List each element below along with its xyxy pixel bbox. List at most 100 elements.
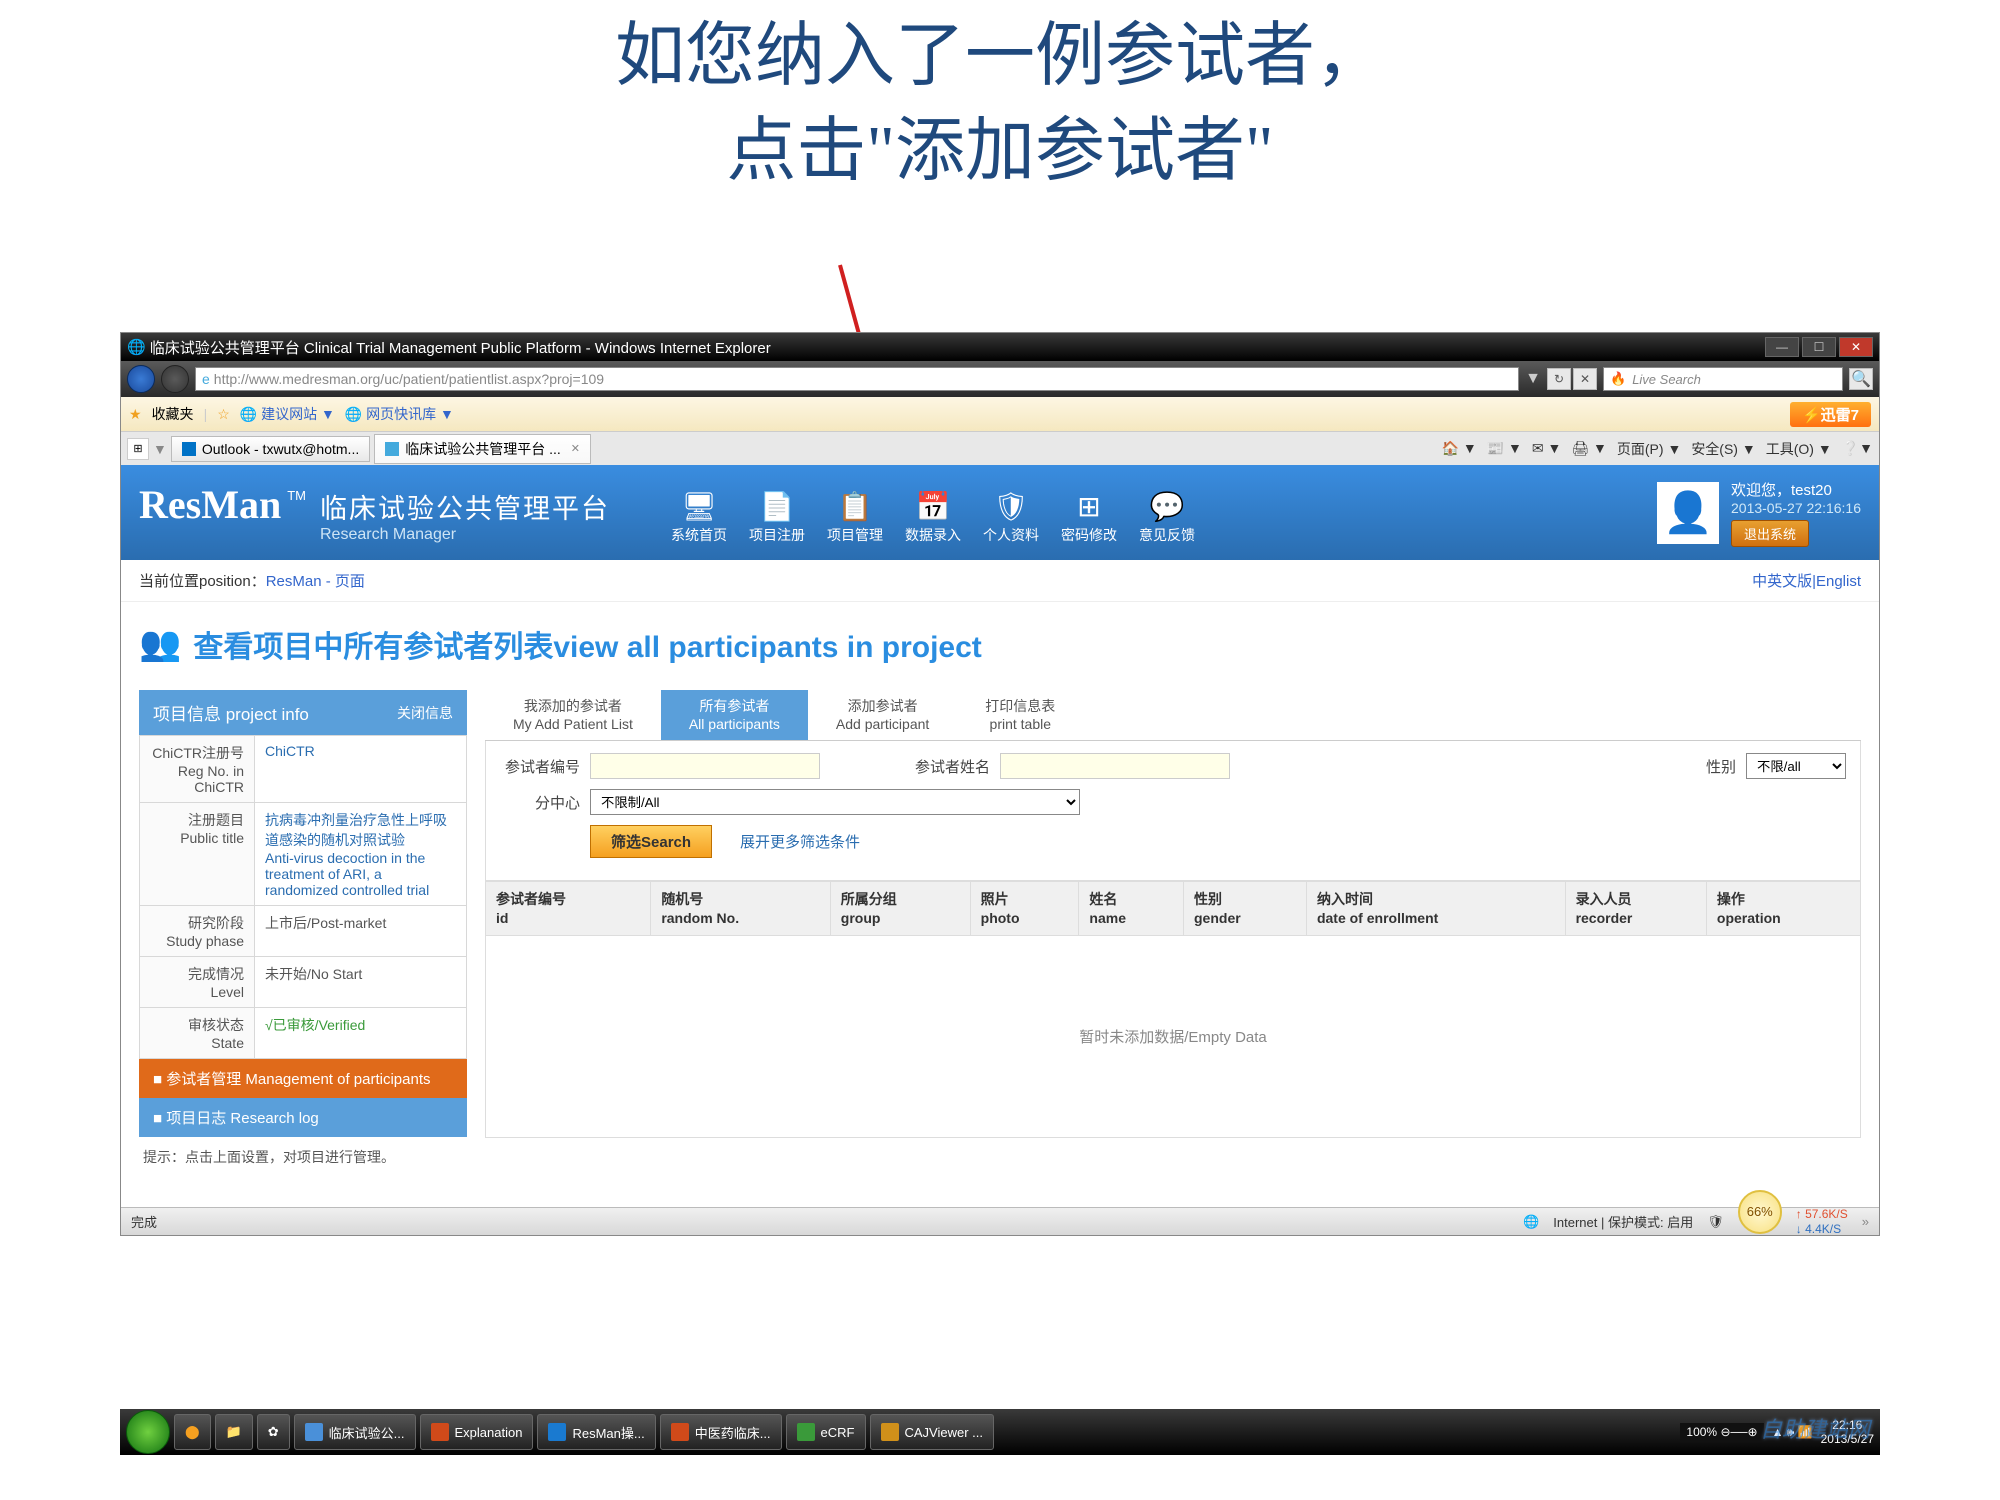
nav-item-3[interactable]: 📅数据录入	[894, 481, 972, 545]
print-icon[interactable]: 🖨 ▼	[1571, 440, 1607, 457]
table-header: 随机号random No.	[651, 882, 830, 935]
feeds-icon[interactable]: 📰 ▼	[1487, 440, 1522, 457]
safety-menu[interactable]: 安全(S) ▼	[1691, 439, 1755, 459]
stop-button[interactable]: ✕	[1573, 368, 1597, 390]
table-header: 参试者编号id	[486, 882, 651, 935]
people-icon: 👥	[139, 624, 181, 664]
search-go-button[interactable]: 🔍	[1849, 368, 1873, 390]
nav-item-0[interactable]: 🖥系统首页	[660, 481, 738, 545]
participants-table: 参试者编号id随机号random No.所属分组group照片photo姓名na…	[485, 881, 1861, 1137]
home-icon[interactable]: 🏠 ▼	[1442, 440, 1477, 457]
taskbar-quick-1[interactable]: ⬤	[174, 1414, 211, 1450]
table-header: 录入人员recorder	[1565, 882, 1706, 935]
start-button[interactable]	[126, 1410, 170, 1454]
project-info-table: ChiCTR注册号Reg No. in ChiCTRChiCTR注册题目Publ…	[139, 735, 467, 1059]
filter-name-label: 参试者姓名	[910, 756, 990, 777]
sidebar-close-link[interactable]: 关闭信息	[397, 703, 453, 723]
taskbar-quick-3[interactable]: ✿	[257, 1414, 290, 1450]
page-menu[interactable]: 页面(P) ▼	[1617, 439, 1681, 459]
language-link[interactable]: 中英文版|Englist	[1752, 570, 1861, 591]
tab-outlook[interactable]: Outlook - txwutx@hotm...	[171, 436, 370, 462]
taskbar-item-2[interactable]: ResMan操...	[537, 1414, 655, 1450]
close-button[interactable]: ✕	[1839, 337, 1873, 357]
search-box[interactable]: 🔥Live Search	[1603, 367, 1843, 391]
filter-center-label: 分中心	[500, 792, 580, 813]
info-label: ChiCTR注册号Reg No. in ChiCTR	[140, 736, 255, 803]
tray-zoom[interactable]: 100% ⊖──⊕	[1680, 1423, 1763, 1441]
tab-bar: ⊞▼ Outlook - txwutx@hotm... 临床试验公共管理平台 .…	[121, 431, 1879, 465]
network-stats: ↑ 57.6K/S ↓ 4.4K/S	[1796, 1207, 1848, 1236]
back-button[interactable]	[127, 365, 155, 393]
breadcrumb-home-link[interactable]: ResMan	[266, 573, 322, 590]
maximize-button[interactable]: ☐	[1802, 337, 1836, 357]
content-tab-1[interactable]: 所有参试者All participants	[661, 690, 808, 740]
minimize-button[interactable]: —	[1765, 337, 1799, 357]
url-input[interactable]: ehttp://www.medresman.org/uc/patient/pat…	[195, 367, 1519, 391]
nav-item-4[interactable]: 🛡个人资料	[972, 481, 1050, 545]
info-value: 未开始/No Start	[255, 957, 467, 1008]
sidebar-item-research-log[interactable]: ■ 项目日志 Research log	[139, 1098, 467, 1137]
taskbar-item-4[interactable]: eCRF	[786, 1414, 866, 1450]
favorites-label: 收藏夹	[152, 404, 194, 424]
suggested-sites-link[interactable]: 🌐 建议网站 ▼	[240, 404, 335, 424]
add-favorite-icon[interactable]: ☆	[217, 406, 230, 423]
sidebar-hint: 提示：点击上面设置，对项目进行管理。	[139, 1137, 467, 1177]
info-label: 审核状态State	[140, 1008, 255, 1059]
quick-tabs-button[interactable]: ⊞	[127, 438, 149, 460]
watermark: 自助建站网	[1760, 1412, 1870, 1444]
app-nav: 🖥系统首页📄项目注册📋项目管理📅数据录入🛡个人资料⊞密码修改💬意见反馈	[660, 481, 1206, 545]
help-icon[interactable]: ❔▼	[1842, 440, 1873, 457]
taskbar: ⬤ 📁 ✿ 临床试验公...ExplanationResMan操...中医药临床…	[120, 1409, 1880, 1455]
taskbar-item-0[interactable]: 临床试验公...	[294, 1414, 416, 1450]
nav-item-2[interactable]: 📋项目管理	[816, 481, 894, 545]
protected-mode-icon: 🛡	[1707, 1214, 1724, 1230]
status-chevron-icon[interactable]: »	[1862, 1214, 1869, 1229]
browser-window: 🌐 临床试验公共管理平台 Clinical Trial Management P…	[120, 332, 1880, 1236]
filter-center-select[interactable]: 不限制/All	[590, 789, 1080, 815]
logout-button[interactable]: 退出系统	[1731, 520, 1809, 547]
app-header: ResManTM 临床试验公共管理平台 Research Manager 🖥系统…	[121, 465, 1879, 560]
taskbar-quick-2[interactable]: 📁	[215, 1414, 253, 1450]
globe-icon: 🌐	[1523, 1214, 1539, 1230]
sidebar-item-participants[interactable]: ■ 参试者管理 Management of participants	[139, 1059, 467, 1098]
tab-resman[interactable]: 临床试验公共管理平台 ...✕	[374, 434, 591, 464]
content-tab-3[interactable]: 打印信息表print table	[957, 690, 1083, 740]
content-tab-0[interactable]: 我添加的参试者My Add Patient List	[485, 690, 661, 740]
refresh-button[interactable]: ↻	[1547, 368, 1571, 390]
mail-icon[interactable]: ✉ ▼	[1532, 440, 1561, 457]
favorites-icon[interactable]: ★	[129, 406, 142, 423]
ie-icon: 🌐	[127, 338, 146, 356]
info-value: 上市后/Post-market	[255, 906, 467, 957]
info-label: 注册题目Public title	[140, 803, 255, 906]
table-header: 性别gender	[1184, 882, 1307, 935]
web-slice-link[interactable]: 🌐 网页快讯库 ▼	[345, 404, 454, 424]
more-filters-link[interactable]: 展开更多筛选条件	[740, 831, 860, 852]
filter-id-input[interactable]	[590, 753, 820, 779]
address-bar: ehttp://www.medresman.org/uc/patient/pat…	[121, 361, 1879, 397]
filter-name-input[interactable]	[1000, 753, 1230, 779]
filter-gender-select[interactable]: 不限/all	[1746, 753, 1846, 779]
breadcrumb: 当前位置position：ResMan - 页面 中英文版|Englist	[121, 560, 1879, 602]
nav-item-1[interactable]: 📄项目注册	[738, 481, 816, 545]
sidebar: 项目信息 project info 关闭信息 ChiCTR注册号Reg No. …	[139, 690, 467, 1177]
tab-close-icon[interactable]: ✕	[571, 442, 580, 455]
content-tab-2[interactable]: 添加参试者Add participant	[808, 690, 957, 740]
logo: ResManTM 临床试验公共管理平台 Research Manager	[139, 481, 610, 544]
nav-item-6[interactable]: 💬意见反馈	[1128, 481, 1206, 545]
tools-menu[interactable]: 工具(O) ▼	[1766, 439, 1832, 459]
taskbar-item-1[interactable]: Explanation	[420, 1414, 534, 1450]
filter-id-label: 参试者编号	[500, 756, 580, 777]
forward-button[interactable]	[161, 365, 189, 393]
nav-item-5[interactable]: ⊞密码修改	[1050, 481, 1128, 545]
thunder-badge[interactable]: ⚡迅雷7	[1790, 402, 1871, 427]
status-bar: 完成 🌐 Internet | 保护模式: 启用 🛡 66% ↑ 57.6K/S…	[121, 1207, 1879, 1235]
search-button[interactable]: 筛选Search	[590, 825, 712, 858]
page-heading: 👥 查看项目中所有参试者列表view all participants in p…	[139, 622, 1861, 666]
window-titlebar: 🌐 临床试验公共管理平台 Clinical Trial Management P…	[121, 333, 1879, 361]
zoom-badge[interactable]: 66%	[1738, 1190, 1782, 1234]
filter-box: 参试者编号 参试者姓名 性别 不限/all 分中心 不限制/All	[485, 741, 1861, 881]
status-done: 完成	[131, 1212, 157, 1231]
info-value: ChiCTR	[255, 736, 467, 803]
taskbar-item-5[interactable]: CAJViewer ...	[870, 1414, 995, 1450]
taskbar-item-3[interactable]: 中医药临床...	[660, 1414, 782, 1450]
